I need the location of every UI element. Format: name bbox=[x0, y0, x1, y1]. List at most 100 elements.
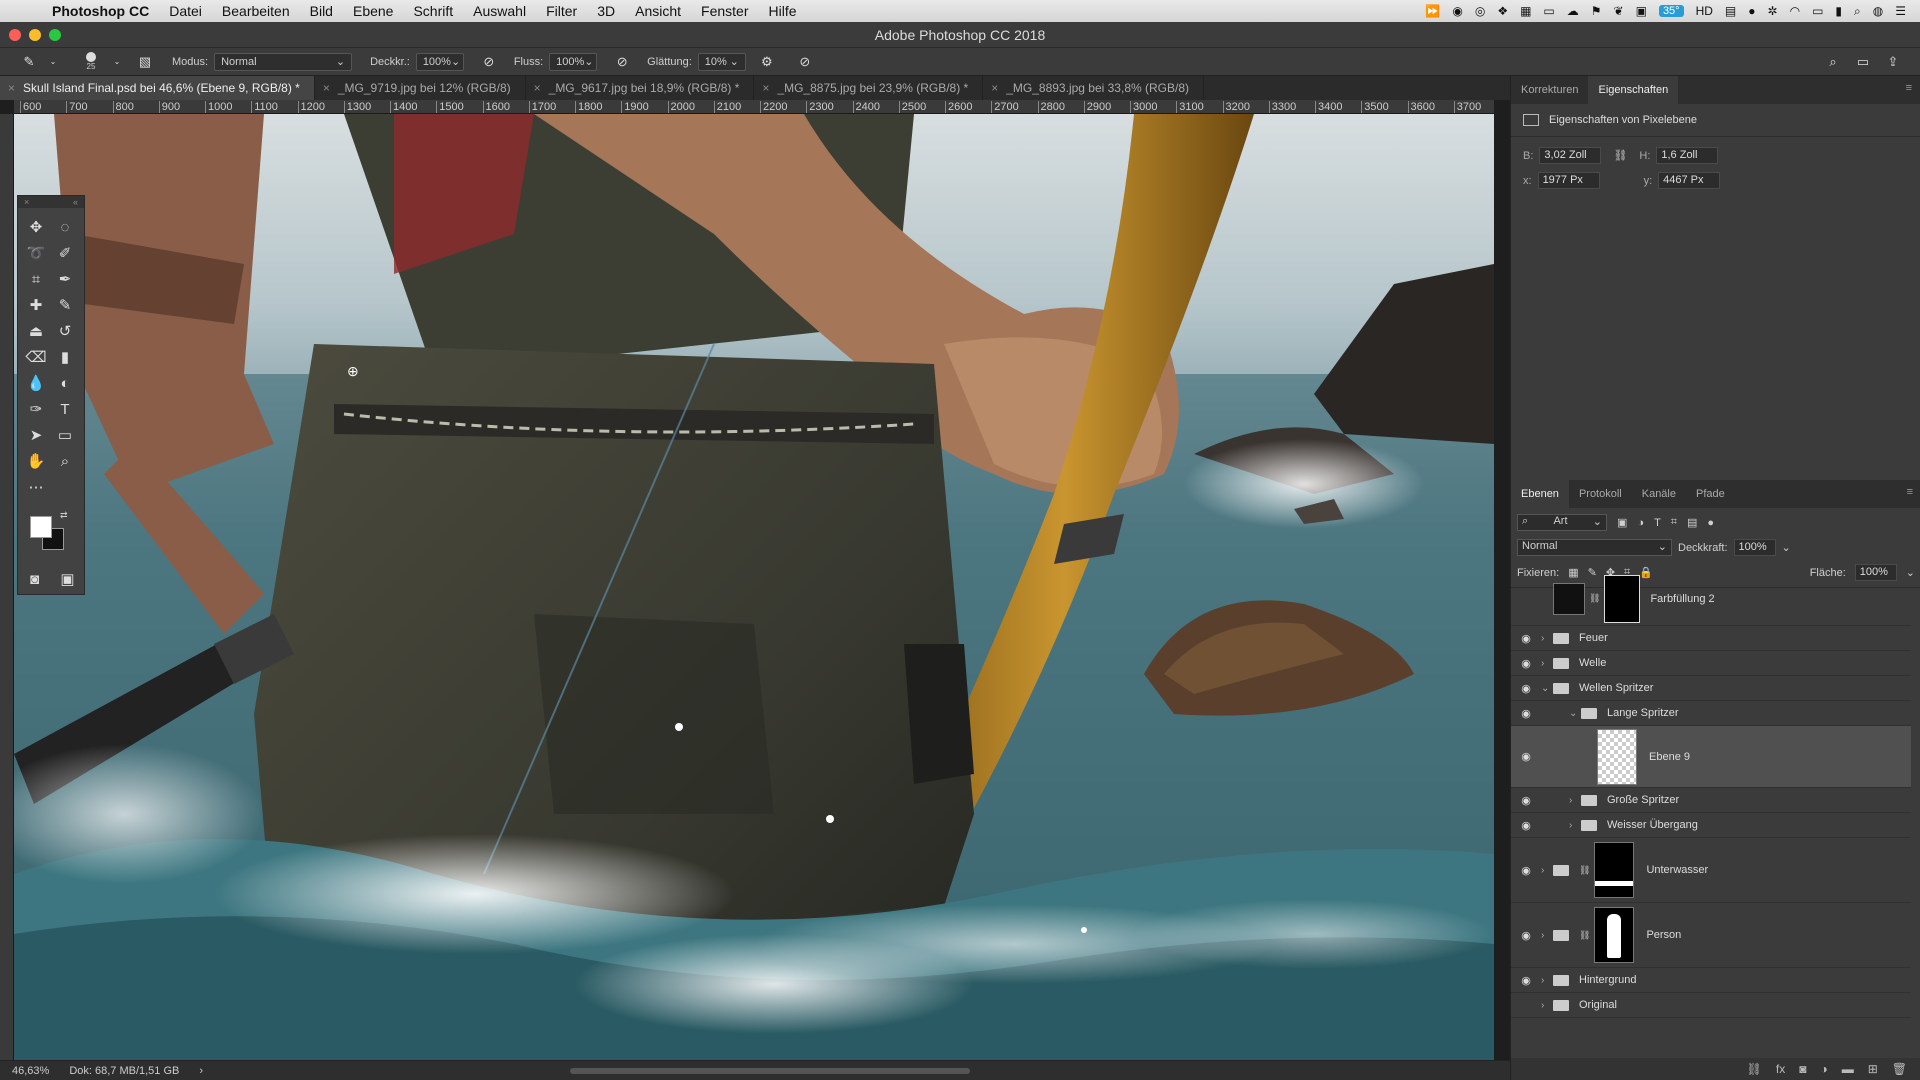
chevron-right-icon[interactable]: › bbox=[1541, 975, 1553, 986]
tab-eigenschaften[interactable]: Eigenschaften bbox=[1588, 76, 1679, 104]
panel-menu-icon[interactable]: ≡ bbox=[1907, 486, 1913, 498]
layer-row[interactable]: ◉ ⌄ Lange Spritzer bbox=[1511, 701, 1911, 726]
menu-hilfe[interactable]: Hilfe bbox=[759, 0, 807, 22]
layer-filter-select[interactable]: ⌕ Art ⌄ bbox=[1517, 514, 1607, 531]
eraser-icon[interactable]: ⌫ bbox=[22, 346, 50, 368]
wifi-icon[interactable]: ◠ bbox=[1790, 4, 1800, 18]
elliptical-marquee-icon[interactable]: ◌ bbox=[51, 216, 79, 238]
filter-toggle-icon[interactable]: ● bbox=[1707, 517, 1714, 529]
tab-kanaele[interactable]: Kanäle bbox=[1632, 480, 1686, 508]
pen-tool-icon[interactable]: ✑ bbox=[22, 398, 50, 420]
hand-tool-icon[interactable]: ✋ bbox=[22, 450, 50, 472]
status-icon-box[interactable]: ▣ bbox=[1636, 4, 1647, 18]
chevron-down-icon[interactable]: ⌄ bbox=[1569, 708, 1581, 719]
status-icon-grid[interactable]: ▦ bbox=[1520, 4, 1531, 18]
layer-name[interactable]: Feuer bbox=[1579, 632, 1608, 644]
layer-row[interactable]: ◉ › ⛓ Person bbox=[1511, 903, 1911, 968]
layer-name[interactable]: Original bbox=[1579, 999, 1617, 1011]
status-icon-leaf[interactable]: ❦ bbox=[1614, 4, 1624, 18]
pressure-opacity-icon[interactable]: ⊘ bbox=[480, 53, 498, 71]
smoothing-options-gear-icon[interactable]: ⚙ bbox=[758, 53, 776, 71]
horizontal-scrollbar[interactable] bbox=[570, 1067, 970, 1074]
menu-bild[interactable]: Bild bbox=[300, 0, 343, 22]
brush-settings-icon[interactable]: ▧ bbox=[136, 53, 154, 71]
chevron-right-icon[interactable]: › bbox=[1569, 795, 1581, 806]
healing-brush-icon[interactable]: ✚ bbox=[22, 294, 50, 316]
filter-pixel-icon[interactable]: ▣ bbox=[1617, 516, 1627, 529]
layer-name[interactable]: Lange Spritzer bbox=[1607, 707, 1679, 719]
menu-schrift[interactable]: Schrift bbox=[403, 0, 463, 22]
search-icon[interactable]: ⌕ bbox=[1824, 53, 1842, 71]
filter-smart-object-icon[interactable]: ▤ bbox=[1687, 516, 1697, 529]
screen-mode-icon[interactable]: ▣ bbox=[54, 568, 82, 590]
layer-name[interactable]: Hintergrund bbox=[1579, 974, 1636, 986]
move-tool-icon[interactable]: ✥ bbox=[22, 216, 50, 238]
airbrush-icon[interactable]: ⊘ bbox=[613, 53, 631, 71]
tab-mg-8875[interactable]: × _MG_8875.jpg bei 23,9% (RGB/8) * bbox=[754, 76, 984, 100]
eye-icon[interactable]: ◉ bbox=[1511, 707, 1541, 720]
vertical-ruler[interactable] bbox=[0, 114, 14, 1060]
battery-icon[interactable]: ▮ bbox=[1835, 4, 1842, 18]
chevron-down-icon[interactable]: ⌄ bbox=[1541, 683, 1553, 694]
eye-icon[interactable]: ◉ bbox=[1511, 794, 1541, 807]
airplay-icon[interactable]: ▭ bbox=[1812, 4, 1823, 18]
close-icon[interactable]: × bbox=[24, 196, 29, 208]
layer-opacity-field[interactable]: 100% bbox=[1733, 539, 1776, 556]
layer-name[interactable]: Welle bbox=[1579, 657, 1606, 669]
filter-type-icon[interactable]: T bbox=[1654, 517, 1661, 529]
clone-stamp-icon[interactable]: ⏏ bbox=[22, 320, 50, 342]
tab-protokoll[interactable]: Protokoll bbox=[1569, 480, 1632, 508]
close-window-button[interactable] bbox=[9, 29, 21, 41]
brush-size-chevron-icon[interactable]: ⌄ bbox=[108, 53, 126, 71]
document-canvas[interactable]: ⊕ bbox=[14, 114, 1494, 1060]
new-group-icon[interactable]: ▬ bbox=[1842, 1062, 1854, 1076]
blend-mode-select[interactable]: Normal ⌄ bbox=[1517, 539, 1672, 556]
chevron-down-icon[interactable]: ⌄ bbox=[1782, 541, 1791, 554]
close-icon[interactable]: × bbox=[323, 76, 330, 100]
chevron-right-icon[interactable]: › bbox=[1541, 930, 1553, 941]
tab-ebenen[interactable]: Ebenen bbox=[1511, 480, 1569, 508]
status-icon-sync[interactable]: ◎ bbox=[1475, 4, 1485, 18]
status-icon-record[interactable]: ◉ bbox=[1452, 4, 1462, 18]
menu-3d[interactable]: 3D bbox=[587, 0, 625, 22]
zoom-level[interactable]: 46,63% bbox=[12, 1065, 49, 1077]
quick-selection-icon[interactable]: ✐ bbox=[51, 242, 79, 264]
opacity-field[interactable]: 100% ⌄ bbox=[415, 52, 464, 71]
chevron-right-icon[interactable]: › bbox=[1569, 820, 1581, 831]
filter-shape-icon[interactable]: ⌗ bbox=[1671, 516, 1677, 529]
temperature-badge[interactable]: 35° bbox=[1658, 5, 1684, 17]
close-icon[interactable]: × bbox=[991, 76, 998, 100]
workspace-icon[interactable]: ▭ bbox=[1854, 53, 1872, 71]
layer-name[interactable]: Große Spritzer bbox=[1607, 794, 1679, 806]
layer-name[interactable]: Weisser Übergang bbox=[1607, 819, 1698, 831]
link-layers-icon[interactable]: ⛓ bbox=[1747, 1062, 1762, 1076]
menu-datei[interactable]: Datei bbox=[159, 0, 212, 22]
quick-mask-icon[interactable]: ◙ bbox=[21, 568, 49, 590]
siri-icon[interactable]: ◍ bbox=[1873, 4, 1883, 18]
brush-tool-icon[interactable]: ✎ bbox=[51, 294, 79, 316]
layer-row[interactable]: ◉ › Feuer bbox=[1511, 626, 1911, 651]
tab-mg-9719[interactable]: × _MG_9719.jpg bei 12% (RGB/8) bbox=[315, 76, 526, 100]
layer-row[interactable]: ⛓ Farbfüllung 2 bbox=[1511, 572, 1911, 626]
chevron-right-icon[interactable]: › bbox=[1541, 633, 1553, 644]
close-icon[interactable]: × bbox=[8, 76, 15, 100]
width-field[interactable]: 3,02 Zoll bbox=[1539, 147, 1602, 164]
dodge-tool-icon[interactable]: ◐ bbox=[51, 372, 79, 394]
layer-name[interactable]: Farbfüllung 2 bbox=[1650, 593, 1714, 605]
layer-row[interactable]: ◉ › ⛓ Unterwasser bbox=[1511, 838, 1911, 903]
status-icon-arrows[interactable]: ⏩ bbox=[1425, 4, 1440, 18]
tab-pfade[interactable]: Pfade bbox=[1686, 480, 1735, 508]
notification-center-icon[interactable]: ☰ bbox=[1895, 4, 1906, 18]
zoom-tool-icon[interactable]: ⌕ bbox=[51, 450, 79, 472]
menu-app-name[interactable]: Photoshop CC bbox=[42, 0, 159, 22]
layer-row[interactable]: › Original bbox=[1511, 993, 1911, 1018]
tool-preset-chevron-icon[interactable]: ⌄ bbox=[44, 53, 62, 71]
tab-korrekturen[interactable]: Korrekturen bbox=[1511, 76, 1588, 104]
more-tools-icon[interactable]: ⋯ bbox=[22, 476, 50, 498]
status-icon-circle[interactable]: ● bbox=[1748, 4, 1755, 18]
eye-icon[interactable]: ◉ bbox=[1511, 974, 1541, 987]
status-icon-gear[interactable]: ✲ bbox=[1768, 4, 1778, 18]
type-tool-icon[interactable]: T bbox=[51, 398, 79, 420]
brush-size-picker[interactable]: 25 bbox=[80, 52, 102, 71]
layer-row-selected[interactable]: ◉ Ebene 9 bbox=[1511, 726, 1911, 788]
